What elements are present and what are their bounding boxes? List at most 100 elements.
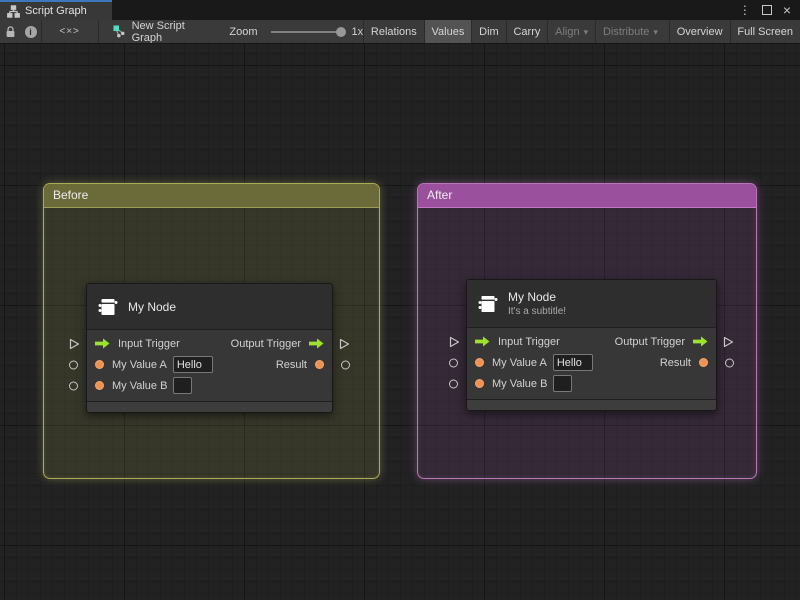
group-before-label: Before [53, 188, 89, 202]
value-input-port-outer[interactable] [69, 381, 78, 390]
output-trigger-label: Output Trigger [230, 337, 301, 350]
lock-button[interactable] [0, 20, 20, 43]
zoom-control: Zoom 1x [229, 20, 363, 43]
window-menu-icon[interactable]: ⋮ [739, 4, 751, 16]
node-subtitle: It's a subtitle! [508, 306, 567, 317]
info-icon: i [24, 25, 37, 38]
flow-arrow-icon[interactable] [95, 338, 110, 349]
group-before-header[interactable]: Before [44, 184, 379, 208]
graph-canvas[interactable]: Before After My Node Input Trigger Outpu… [0, 44, 800, 600]
zoom-slider[interactable] [271, 26, 347, 37]
node-footer [87, 401, 332, 412]
values-button[interactable]: Values [424, 20, 472, 43]
unity-visual-scripting-window: { "window": { "tab_title": "Script Graph… [0, 0, 800, 600]
relations-button[interactable]: Relations [364, 20, 424, 43]
value-port-icon[interactable] [315, 360, 324, 369]
graph-asset-icon [113, 25, 126, 38]
value-b-label: My Value B [112, 379, 168, 392]
unit-node-icon [97, 296, 119, 318]
window-tab-bar: Script Graph ⋮ × [0, 0, 800, 20]
flow-arrow-icon[interactable] [693, 336, 708, 347]
value-input-port-outer[interactable] [449, 379, 458, 388]
node-after-ports: Input Trigger Output Trigger My Value A … [449, 328, 734, 399]
result-label: Result [275, 358, 307, 371]
unit-node-icon [477, 293, 499, 315]
node-footer [467, 399, 716, 410]
code-view-button[interactable]: <×> [41, 20, 97, 43]
lock-icon [5, 25, 16, 38]
group-after-label: After [427, 188, 453, 202]
distribute-label: Distribute [602, 25, 650, 38]
value-b-label: My Value B [492, 377, 548, 390]
overview-button[interactable]: Overview [670, 20, 730, 43]
port-row-trigger: Input Trigger Output Trigger [449, 331, 734, 352]
maximize-icon[interactable] [761, 5, 772, 15]
script-graph-icon [7, 4, 20, 18]
node-before-header[interactable]: My Node [87, 284, 332, 330]
value-port-icon[interactable] [475, 379, 484, 388]
node-title: My Node [508, 290, 557, 304]
tab-script-graph[interactable]: Script Graph [0, 0, 112, 20]
output-trigger-label: Output Trigger [614, 335, 685, 348]
value-a-input[interactable] [172, 356, 213, 373]
flow-input-port-outer[interactable] [449, 336, 460, 348]
node-title: My Node [128, 299, 177, 314]
value-port-icon[interactable] [475, 358, 484, 367]
dim-label: Dim [479, 25, 499, 38]
port-row-trigger: Input Trigger Output Trigger [69, 333, 350, 354]
node-before-ports: Input Trigger Output Trigger My Value A … [69, 330, 350, 401]
chevron-down-icon: ▾ [583, 27, 589, 37]
port-row-value-a: My Value A Result [449, 352, 734, 373]
flow-arrow-icon[interactable] [475, 336, 490, 347]
value-port-icon[interactable] [699, 358, 708, 367]
value-a-label: My Value A [112, 358, 167, 371]
group-after-header[interactable]: After [418, 184, 756, 208]
value-input-port-outer[interactable] [449, 358, 458, 367]
tab-title: Script Graph [25, 5, 87, 17]
port-row-value-b: My Value B [69, 375, 332, 396]
code-view-icon: <×> [59, 26, 80, 37]
overview-label: Overview [676, 25, 723, 38]
flow-output-port-outer[interactable] [339, 338, 350, 350]
value-a-input[interactable] [552, 354, 593, 371]
value-input-port-outer[interactable] [69, 360, 78, 369]
carry-button[interactable]: Carry [506, 20, 547, 43]
result-label: Result [659, 356, 691, 369]
align-label: Align [555, 25, 580, 38]
align-dropdown[interactable]: Align ▾ [548, 20, 595, 43]
input-trigger-label: Input Trigger [498, 335, 560, 348]
flow-output-port-outer[interactable] [723, 336, 734, 348]
values-label: Values [431, 25, 465, 38]
full-screen-label: Full Screen [737, 25, 793, 38]
node-before[interactable]: My Node Input Trigger Output Trigger My … [69, 283, 350, 413]
value-port-icon[interactable] [95, 381, 104, 390]
value-port-icon[interactable] [95, 360, 104, 369]
info-button[interactable]: i [20, 20, 40, 43]
distribute-dropdown[interactable]: Distribute ▾ [596, 20, 665, 43]
zoom-value: 1x [351, 25, 364, 38]
zoom-slider-handle[interactable] [336, 26, 347, 37]
close-icon[interactable]: × [783, 3, 791, 17]
chevron-down-icon: ▾ [653, 27, 658, 37]
value-output-port-outer[interactable] [341, 360, 350, 369]
flow-input-port-outer[interactable] [69, 338, 80, 350]
full-screen-button[interactable]: Full Screen [730, 20, 800, 43]
value-b-input[interactable] [173, 377, 193, 394]
flow-arrow-icon[interactable] [309, 338, 324, 349]
dim-button[interactable]: Dim [472, 20, 506, 43]
window-controls: ⋮ × [739, 0, 800, 20]
graph-name-breadcrumb[interactable]: New Script Graph [105, 20, 204, 43]
value-b-input[interactable] [553, 375, 573, 392]
port-row-value-b: My Value B [449, 373, 716, 394]
input-trigger-label: Input Trigger [118, 337, 180, 350]
relations-label: Relations [370, 25, 417, 38]
value-output-port-outer[interactable] [725, 358, 734, 367]
port-row-value-a: My Value A Result [69, 354, 350, 375]
node-after-header[interactable]: My Node It's a subtitle! [467, 280, 716, 328]
graph-toolbar: i <×> New Script Graph Zoom 1x Relations… [0, 20, 800, 44]
value-a-label: My Value A [492, 356, 547, 369]
toolbar-divider [97, 20, 99, 43]
node-after[interactable]: My Node It's a subtitle! Input Trigger O… [449, 279, 734, 411]
carry-label: Carry [513, 25, 541, 38]
zoom-label: Zoom [229, 25, 258, 38]
